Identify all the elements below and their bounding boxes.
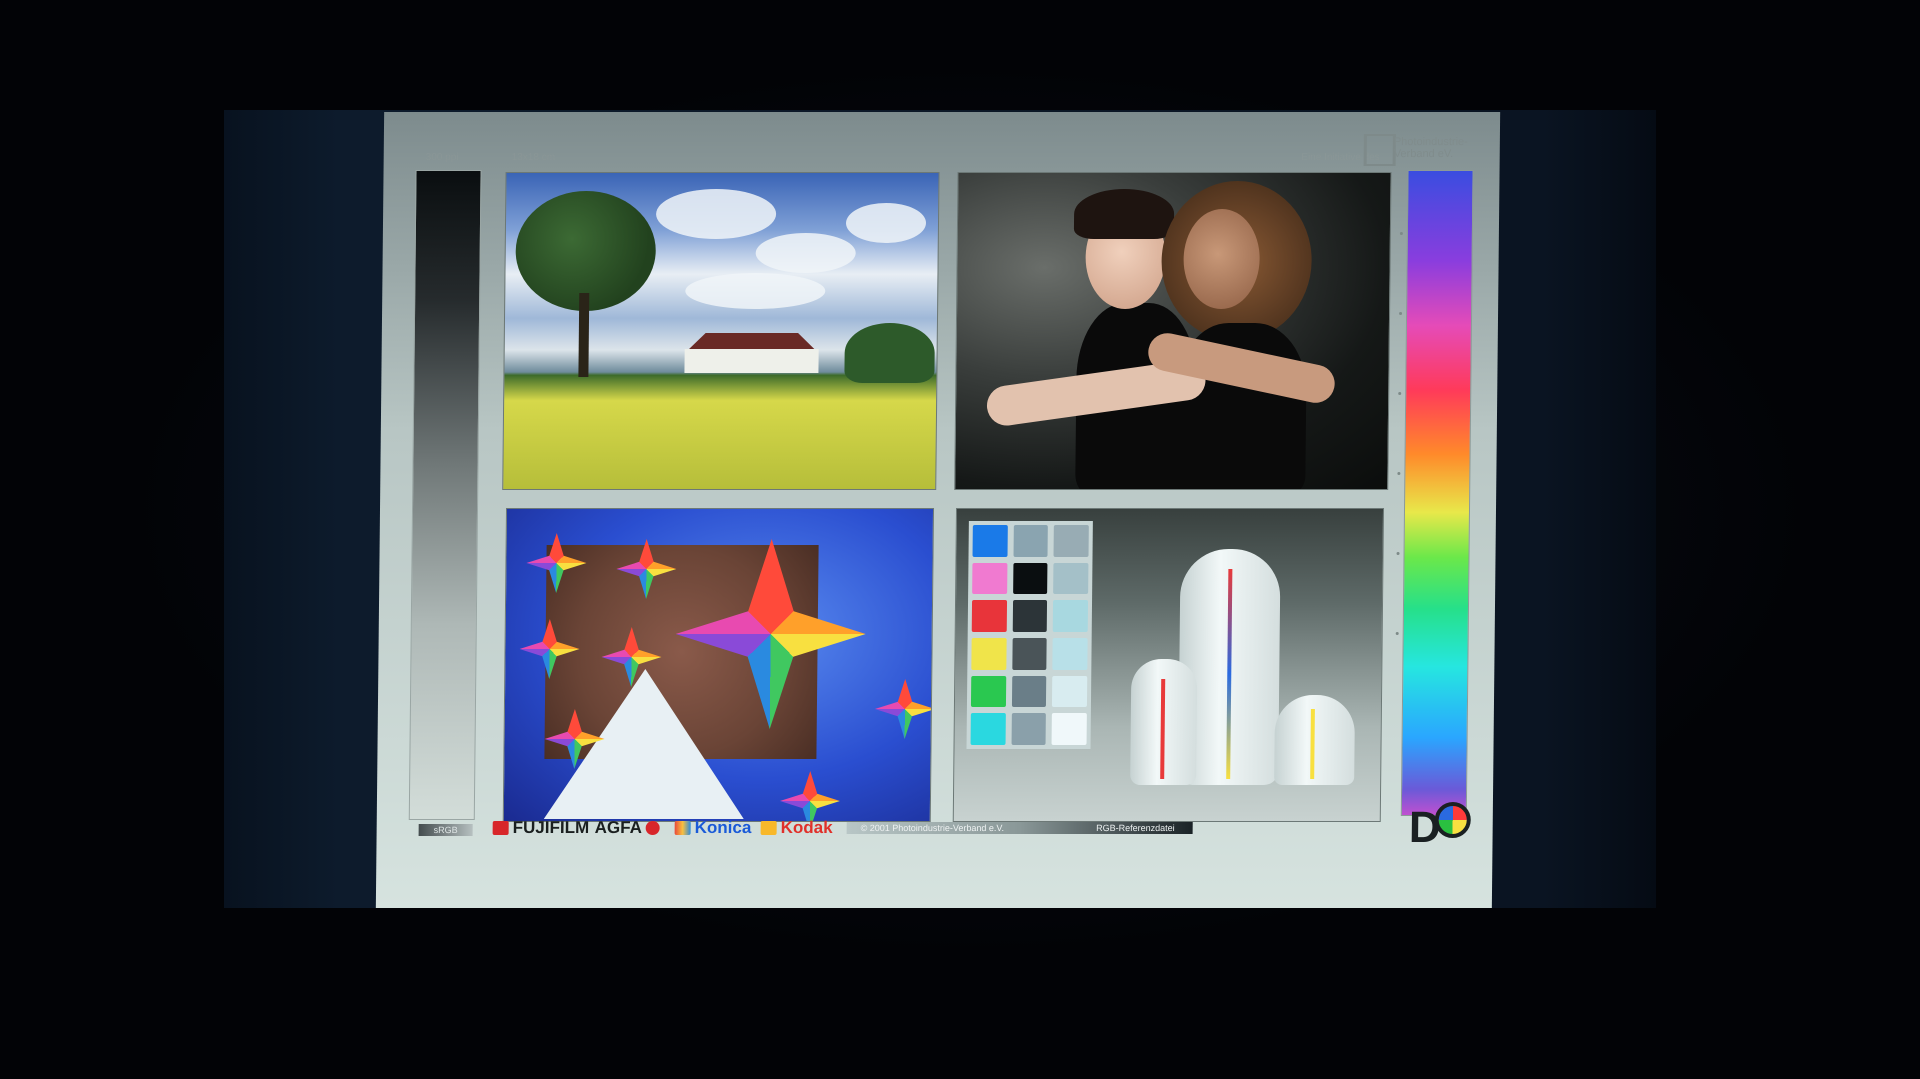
color-patch — [1012, 600, 1048, 632]
color-patch — [1011, 675, 1047, 708]
color-patch — [971, 637, 1007, 670]
color-patch — [1052, 637, 1088, 670]
registration-tick — [1399, 232, 1403, 235]
konica-logo: Konica — [674, 818, 752, 838]
color-patch — [970, 713, 1006, 745]
copyright-text: © 2001 Photoindustrie-Verband e.V. — [860, 823, 1005, 833]
woman-left-hair — [1073, 189, 1175, 239]
color-patch — [1013, 525, 1049, 557]
grayscale-gradient-bar — [408, 170, 482, 820]
color-patch — [1011, 713, 1047, 745]
kodak-logo-icon — [760, 821, 777, 835]
kodak-logo: Kodak — [760, 818, 833, 838]
cloud — [655, 189, 777, 239]
reference-text: RGB-Referenzdatei — [1096, 823, 1175, 833]
dq-logo: D — [1409, 802, 1471, 852]
color-patch — [971, 600, 1007, 632]
still-life-photo — [952, 508, 1385, 822]
agfa-text: AGFA — [594, 818, 643, 837]
color-patch — [1053, 562, 1089, 595]
cloud — [755, 233, 856, 273]
test-chart: 300 ppi 13x18 cm Eine Initiative des Pho… — [375, 112, 1501, 908]
tree-cluster — [844, 323, 935, 383]
org-name: Photoindustrie-Verband eV. — [1393, 136, 1468, 160]
agfa-logo: AGFA — [595, 818, 660, 838]
color-patch — [970, 675, 1006, 708]
color-patch — [1053, 525, 1089, 557]
fujifilm-text: FUJIFILM — [512, 818, 590, 837]
pinwheel — [780, 771, 841, 822]
pinwheel — [875, 679, 934, 739]
color-patch — [1011, 637, 1047, 670]
fujifilm-logo: FUJIFILM — [492, 818, 590, 838]
cloud — [685, 273, 826, 309]
print-size-label: 13x18 cm — [511, 152, 556, 163]
photoindustrie-logo-icon — [1363, 134, 1396, 166]
pinwheel-photo — [502, 508, 935, 822]
color-checker — [966, 521, 1093, 749]
landscape-photo — [502, 172, 940, 490]
color-patch — [972, 525, 1008, 557]
konica-logo-icon — [674, 821, 691, 835]
footer-band: © 2001 Photoindustrie-Verband e.V. RGB-R… — [846, 822, 1193, 834]
spectrum-gradient-bar — [1400, 170, 1474, 816]
agfa-logo-icon — [645, 821, 660, 835]
konica-text: Konica — [694, 818, 752, 837]
color-wheel-icon — [1434, 802, 1471, 838]
srgb-badge: sRGB — [418, 824, 473, 836]
jug-stripe — [1310, 709, 1315, 779]
resolution-label: 300 ppi — [425, 152, 459, 163]
cloud — [845, 203, 927, 243]
registration-tick — [1397, 472, 1401, 475]
color-patch — [1052, 675, 1088, 708]
color-patch — [1051, 713, 1087, 745]
color-patch — [972, 562, 1008, 595]
registration-tick — [1396, 552, 1400, 555]
portrait-photo — [954, 172, 1392, 490]
tree-trunk — [578, 293, 590, 377]
farmhouse — [684, 349, 819, 373]
color-patch — [1053, 600, 1089, 632]
fujifilm-logo-icon — [492, 821, 509, 835]
registration-tick — [1395, 632, 1399, 635]
kodak-text: Kodak — [780, 818, 833, 837]
registration-tick — [1399, 312, 1403, 315]
color-patch — [1012, 562, 1048, 595]
registration-tick — [1398, 392, 1402, 395]
